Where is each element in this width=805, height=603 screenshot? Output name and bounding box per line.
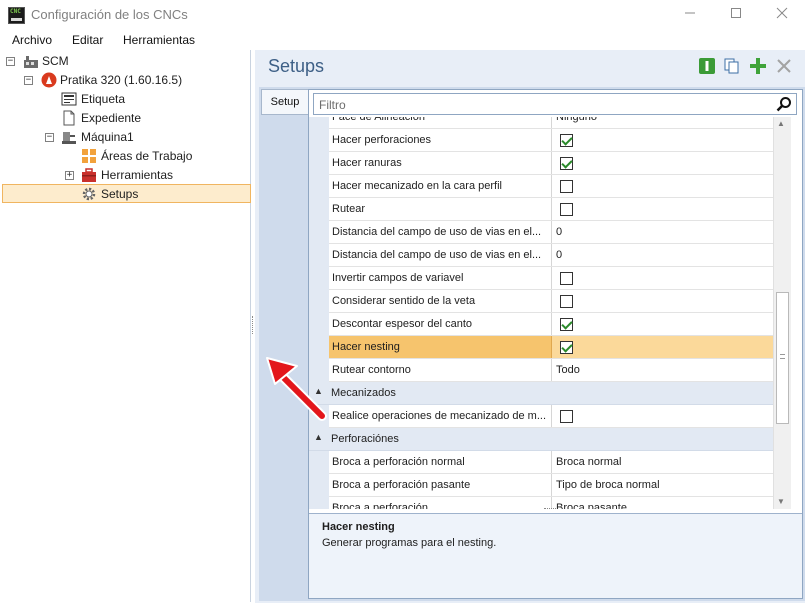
property-row[interactable]: Hacer ranuras (329, 152, 773, 175)
checkbox[interactable] (560, 180, 573, 193)
checkbox[interactable] (560, 134, 573, 147)
chevron-up-icon[interactable]: ▲ (314, 432, 323, 442)
tabs-area: Setup Filtro Face de Alineación Ninguno … (259, 87, 805, 601)
scrollbar-thumb[interactable] (776, 292, 789, 424)
machine-logo-icon (41, 72, 57, 88)
property-row[interactable]: Invertir campos de variavel (329, 267, 773, 290)
property-row[interactable]: Descontar espesor del canto (329, 313, 773, 336)
checkbox[interactable] (560, 272, 573, 285)
config-tree: − SCM − Pratika 320 (1.60.16.5) Etiqueta… (1, 50, 251, 602)
expand-icon[interactable]: + (65, 171, 74, 180)
minimize-button[interactable] (667, 0, 713, 30)
description-panel: Hacer nesting Generar programas para el … (309, 513, 802, 598)
category-perforaciones[interactable]: ▲ Perforaciónes (309, 428, 773, 451)
tree-item-etiqueta[interactable]: Etiqueta (59, 90, 239, 109)
gear-icon (82, 187, 96, 201)
collapse-icon[interactable]: − (24, 76, 33, 85)
property-row[interactable]: Rutear contorno Todo (329, 359, 773, 382)
copy-icon[interactable] (723, 57, 741, 75)
property-row[interactable]: Distancia del campo de uso de vias en el… (329, 221, 773, 244)
checkbox[interactable] (560, 341, 573, 354)
property-row[interactable]: Distancia del campo de uso de vias en el… (329, 244, 773, 267)
category-mecanizados[interactable]: ▲ Mecanizados (309, 382, 773, 405)
checkbox[interactable] (560, 203, 573, 216)
minimize-icon (685, 12, 695, 14)
close-button[interactable] (759, 0, 805, 30)
document-icon (63, 110, 75, 126)
collapse-icon[interactable]: − (6, 57, 15, 66)
collapse-icon[interactable]: − (45, 133, 54, 142)
property-row[interactable]: Hacer perforaciones (329, 129, 773, 152)
property-row-selected[interactable]: Hacer nesting (329, 336, 773, 359)
maximize-icon (731, 8, 741, 18)
property-row[interactable]: Face de Alineación Ninguno (329, 117, 773, 129)
scroll-down-icon[interactable]: ▼ (777, 497, 785, 506)
property-row[interactable]: Rutear (329, 198, 773, 221)
menu-herramientas[interactable]: Herramientas (123, 33, 195, 47)
maximize-button[interactable] (713, 0, 759, 30)
property-grid-container: Filtro Face de Alineación Ninguno Hacer … (308, 89, 803, 599)
filter-input[interactable]: Filtro (313, 93, 797, 115)
setups-panel: Setups Setup Filtro Face de Alineación N… (255, 50, 805, 603)
title-bar: CNC Configuración de los CNCs (0, 0, 805, 30)
tree-item-maquina[interactable]: − Máquina1 (41, 128, 241, 147)
work-areas-icon (82, 149, 96, 163)
machine-icon (62, 132, 76, 144)
vertical-scrollbar[interactable]: ▲ ▼ (773, 117, 791, 509)
cnc-app-icon: CNC (8, 7, 25, 24)
add-icon[interactable] (749, 57, 767, 75)
menu-bar: Archivo Editar Herramientas (0, 30, 805, 50)
info-icon[interactable] (698, 57, 716, 75)
tab-setup[interactable]: Setup (261, 89, 308, 115)
label-icon (61, 92, 77, 106)
checkbox[interactable] (560, 157, 573, 170)
property-row[interactable]: Hacer mecanizado en la cara perfil (329, 175, 773, 198)
checkbox[interactable] (560, 318, 573, 331)
tree-item-herramientas[interactable]: + Herramientas (63, 166, 243, 185)
delete-icon[interactable] (775, 57, 793, 75)
toolbox-icon (82, 168, 96, 182)
property-row[interactable]: Realice operaciones de mecanizado de m..… (329, 405, 773, 428)
tree-item-setups[interactable]: Setups (2, 184, 251, 203)
search-icon[interactable] (776, 96, 792, 112)
scroll-up-icon[interactable]: ▲ (777, 119, 785, 128)
close-icon (776, 7, 788, 19)
property-grid: Face de Alineación Ninguno Hacer perfora… (309, 117, 802, 509)
checkbox[interactable] (560, 295, 573, 308)
property-row[interactable]: Broca a perforación normal Broca normal (329, 451, 773, 474)
tree-item-expediente[interactable]: Expediente (59, 109, 239, 128)
description-splitter[interactable] (544, 508, 556, 511)
factory-icon (24, 56, 38, 68)
annotation-arrow-icon (266, 357, 327, 421)
checkbox[interactable] (560, 410, 573, 423)
tree-item-pratika[interactable]: − Pratika 320 (1.60.16.5) (23, 71, 243, 90)
menu-editar[interactable]: Editar (72, 33, 103, 47)
page-title: Setups (268, 56, 325, 76)
window-title: Configuración de los CNCs (31, 7, 188, 22)
tree-item-scm[interactable]: − SCM (5, 52, 245, 71)
menu-archivo[interactable]: Archivo (12, 33, 52, 47)
property-row[interactable]: Considerar sentido de la veta (329, 290, 773, 313)
property-row[interactable]: Broca a perforación pasante Tipo de broc… (329, 474, 773, 497)
tree-item-areas[interactable]: Áreas de Trabajo (79, 147, 244, 166)
